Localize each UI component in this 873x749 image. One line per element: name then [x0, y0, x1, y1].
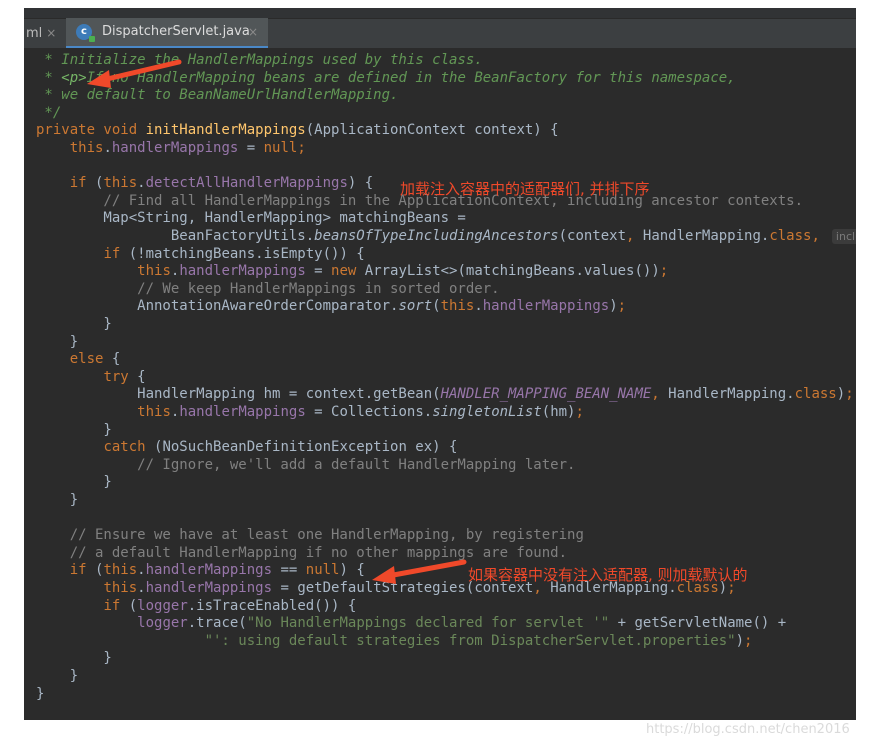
- code-line: }: [36, 474, 112, 491]
- code-line: // a default HandlerMapping if no other …: [36, 544, 568, 561]
- code-line: private void initHandlerMappings(Applica…: [36, 122, 559, 139]
- code-line: catch (NoSuchBeanDefinitionException ex)…: [103, 439, 458, 456]
- code-line: try {: [103, 368, 146, 385]
- code-line: HandlerMapping hm = context.getBean(HAND…: [36, 386, 854, 403]
- code-line: this.handlerMappings = null;: [69, 140, 306, 156]
- code-line: // Ensure we have at least one HandlerMa…: [36, 527, 584, 544]
- annotation-note-default: 如果容器中没有注入适配器, 则加载默认的: [468, 566, 748, 584]
- tab-previous-file[interactable]: ml ×: [24, 18, 68, 48]
- code-line: logger.trace("No HandlerMappings declare…: [137, 615, 787, 632]
- code-line: }: [36, 650, 112, 667]
- ide-editor-window: ml × c DispatcherServlet.java × * Initial…: [24, 8, 856, 720]
- code-line: this.handlerMappings = new ArrayList<>(m…: [137, 263, 669, 280]
- code-line: if (this.detectAllHandlerMappings) {: [69, 175, 374, 192]
- parameter-hint: include: [831, 229, 856, 244]
- close-icon[interactable]: ×: [46, 26, 56, 40]
- code-line: AnnotationAwareOrderComparator.sort(this…: [36, 298, 627, 315]
- code-line: }: [36, 492, 79, 508]
- code-line: // We keep HandlerMappings in sorted ord…: [36, 280, 500, 297]
- code-line: }: [36, 685, 45, 702]
- code-editor[interactable]: * Initialize the HandlerMappings used by…: [24, 48, 856, 720]
- code-line: // Ignore, we'll add a default HandlerMa…: [36, 456, 576, 473]
- code-line: }: [36, 316, 112, 332]
- code-line: }: [36, 333, 79, 350]
- code-line: */: [36, 104, 62, 121]
- code-line: this.handlerMappings = Collections.singl…: [137, 404, 584, 420]
- code-line: BeanFactoryUtils.beansOfTypeIncludingAnc…: [36, 228, 856, 246]
- code-line: if (logger.isTraceEnabled()) {: [103, 597, 357, 614]
- editor-tab-bar: ml × c DispatcherServlet.java ×: [24, 8, 856, 48]
- code-line: Map<String, HandlerMapping> matchingBean…: [36, 210, 466, 227]
- code-line: else {: [69, 351, 121, 368]
- tab-dispatcherservlet[interactable]: c DispatcherServlet.java ×: [66, 18, 268, 48]
- code-line: if (!matchingBeans.isEmpty()) {: [103, 245, 365, 262]
- code-line: "': using default strategies from Dispat…: [204, 632, 753, 649]
- annotation-arrow-top: [87, 59, 182, 88]
- java-class-icon: c: [76, 24, 95, 42]
- annotation-note-detect: 加载注入容器中的适配器们, 并排下序: [400, 180, 650, 198]
- tab-previous-label: ml: [26, 26, 43, 41]
- watermark: https://blog.csdn.net/chen2016: [646, 722, 850, 737]
- code-line: }: [36, 668, 79, 684]
- annotation-arrow-bottom: [372, 559, 467, 584]
- close-icon[interactable]: ×: [248, 18, 258, 46]
- code-line: if (this.handlerMappings == null) {: [69, 562, 365, 579]
- tab-active-label: DispatcherServlet.java: [102, 24, 250, 39]
- code-line: }: [36, 421, 112, 438]
